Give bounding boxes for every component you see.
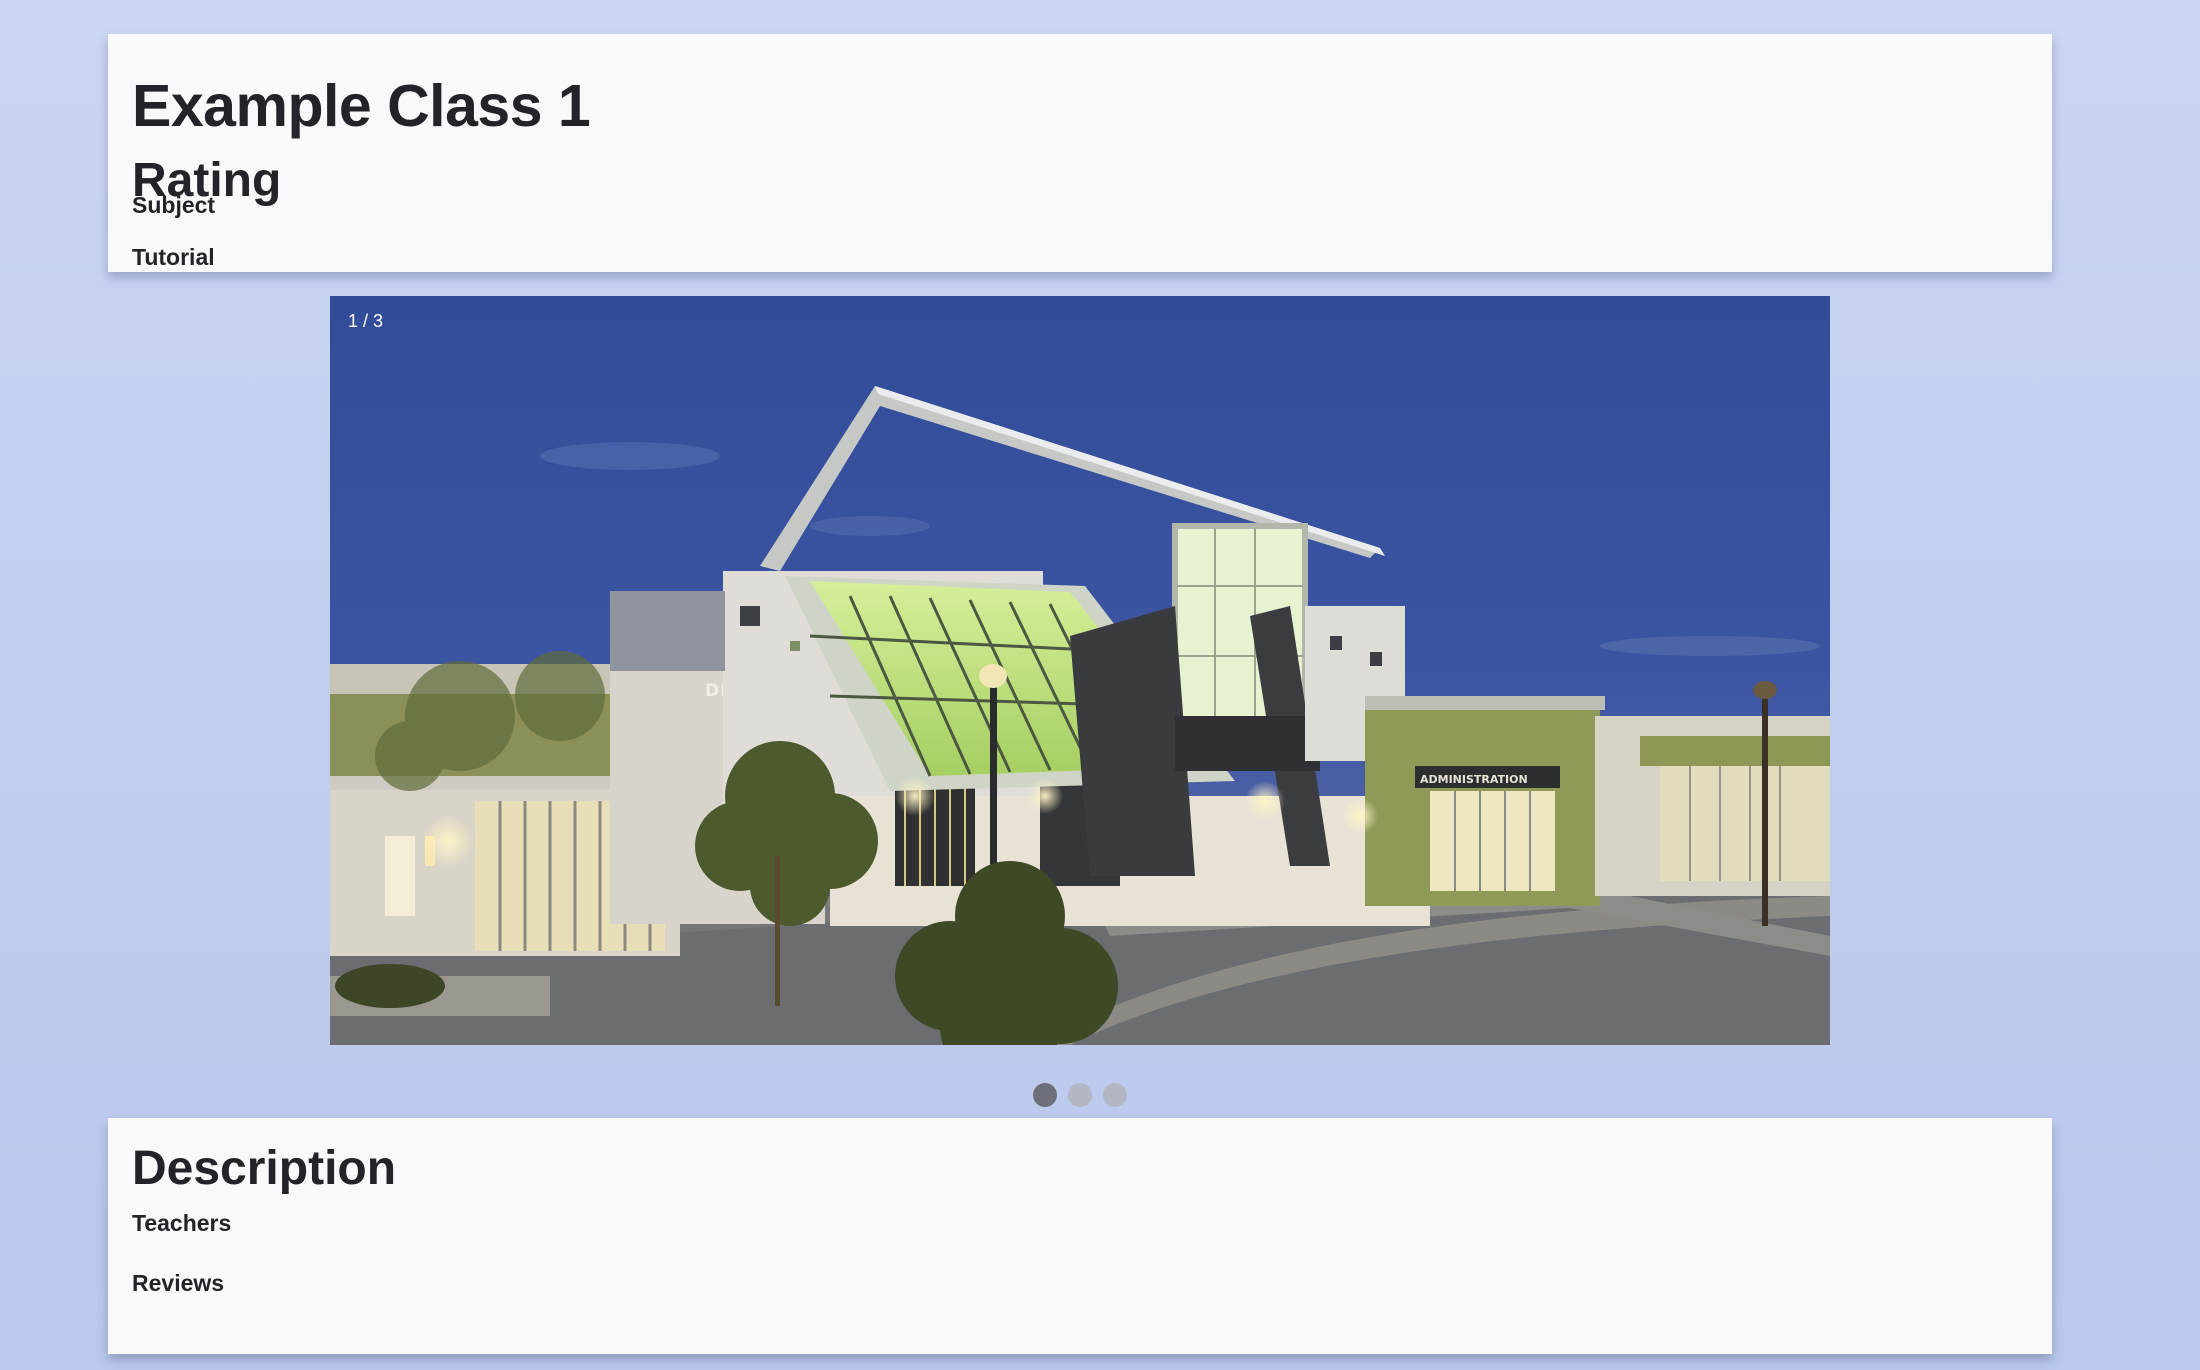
carousel-dot-2[interactable] bbox=[1068, 1083, 1092, 1107]
teachers-label: Teachers bbox=[132, 1210, 232, 1236]
carousel-dot-1[interactable] bbox=[1033, 1083, 1057, 1107]
class-title: Example Class 1 bbox=[132, 73, 591, 139]
carousel-slide-image: DEL NORTE bbox=[330, 296, 1830, 1045]
carousel-dot-3[interactable] bbox=[1103, 1083, 1127, 1107]
slide-counter: 1 / 3 bbox=[348, 311, 384, 331]
carousel-pagination bbox=[1033, 1083, 1127, 1107]
tutorial-label: Tutorial bbox=[132, 244, 215, 270]
image-carousel[interactable]: 1 / 3 ADMINISTRATION bbox=[330, 296, 1830, 1045]
subject-label: Subject bbox=[132, 192, 216, 218]
class-details-card: Description Teachers Reviews bbox=[108, 1118, 2052, 1354]
reviews-label: Reviews bbox=[132, 1270, 225, 1296]
description-heading: Description bbox=[132, 1142, 397, 1195]
class-header-card: Example Class 1 Rating Subject Tutorial bbox=[108, 34, 2052, 272]
administration-sign: ADMINISTRATION bbox=[1420, 773, 1528, 786]
